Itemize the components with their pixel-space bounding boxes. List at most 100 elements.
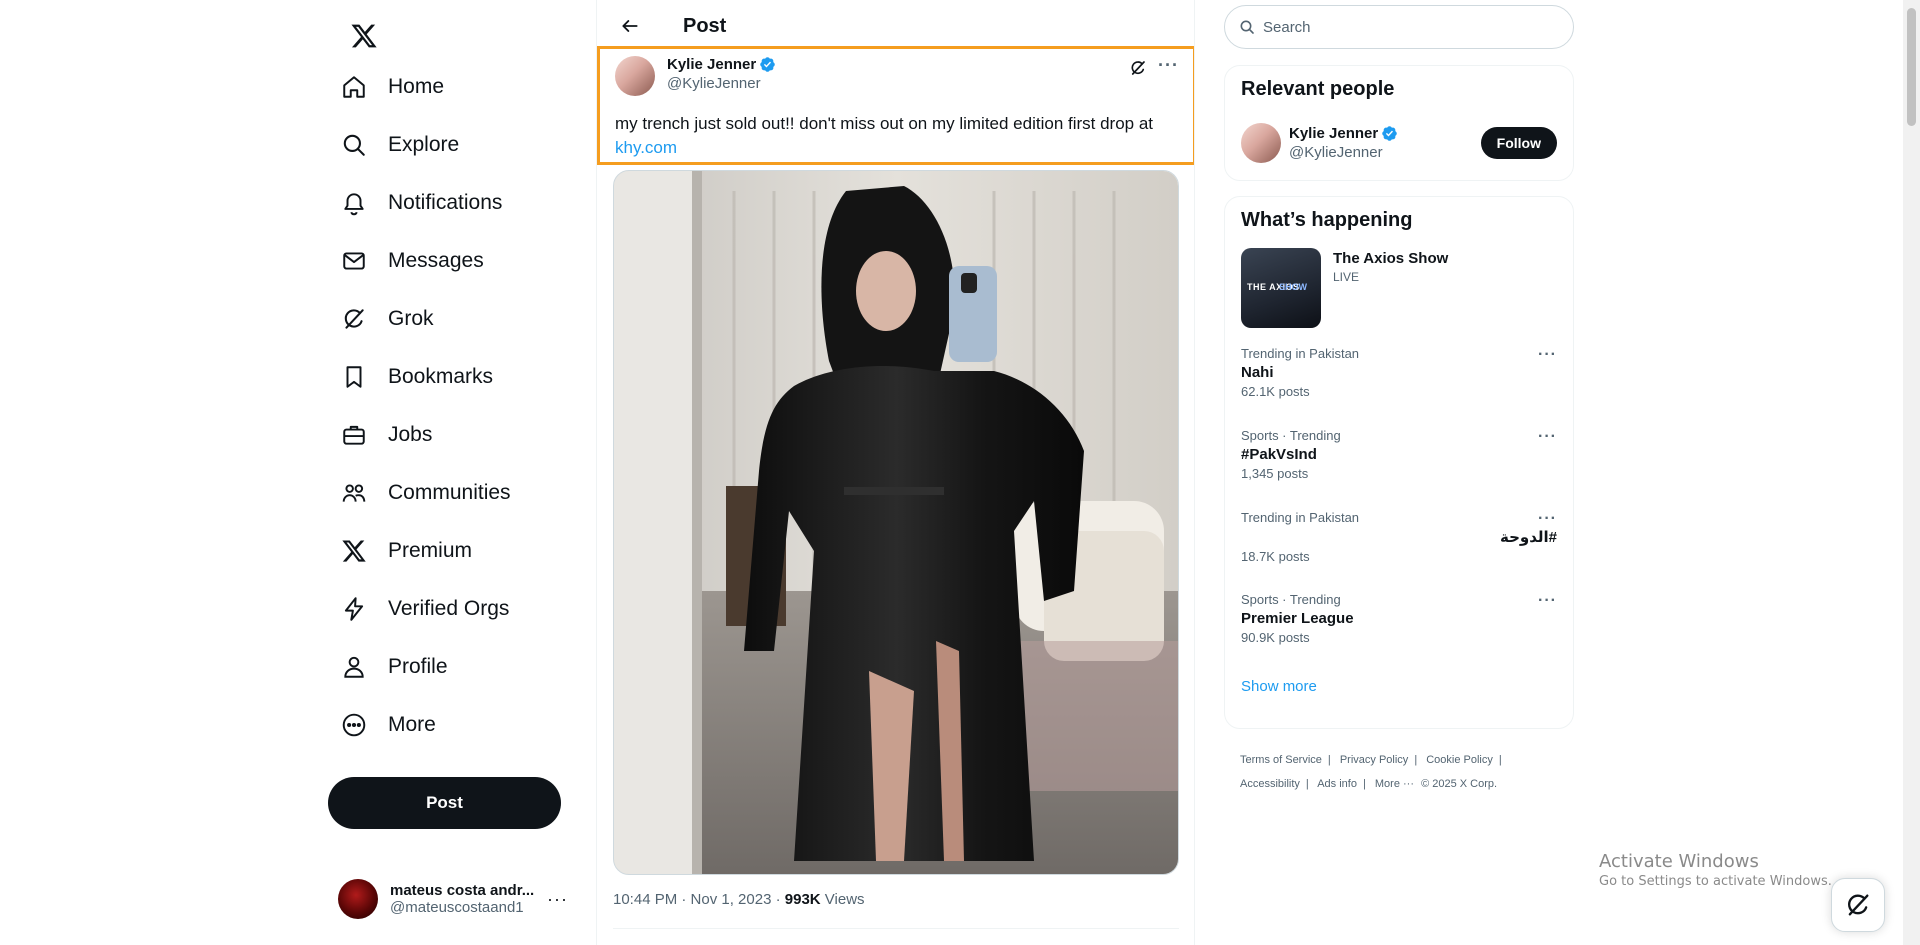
- footer-link[interactable]: Terms of Service: [1240, 754, 1322, 766]
- live-thumbnail: THE AXIOS SHOW: [1241, 248, 1321, 328]
- nav-item-home[interactable]: Home: [328, 58, 523, 116]
- trend-item[interactable]: Trending in Pakistan Nahi 62.1K posts ··…: [1225, 340, 1573, 422]
- page-title: Post: [683, 14, 727, 37]
- nav-item-communities[interactable]: Communities: [328, 464, 523, 522]
- live-badge: LIVE: [1333, 270, 1360, 284]
- nav-item-explore[interactable]: Explore: [328, 116, 523, 174]
- activate-windows-watermark: Activate Windows Go to Settings to activ…: [1599, 851, 1832, 889]
- post-timestamp[interactable]: 10:44 PM · Nov 1, 2023 ·: [613, 891, 785, 908]
- account-info: mateus costa andr... @mateuscostaand1: [390, 882, 540, 916]
- post-meta: 10:44 PM · Nov 1, 2023 · 993K Views: [613, 891, 865, 908]
- trend-item[interactable]: Sports · Trending Premier League 90.9K p…: [1225, 586, 1573, 668]
- more-horizontal-icon[interactable]: ···: [547, 889, 568, 910]
- relevant-person[interactable]: Kylie Jenner @KylieJenner Follow: [1225, 113, 1573, 169]
- search-icon: [340, 131, 368, 159]
- author-name[interactable]: Kylie Jenner: [667, 56, 756, 73]
- post-text: my trench just sold out!! don't miss out…: [615, 112, 1185, 160]
- nav-item-verified-orgs[interactable]: Verified Orgs: [328, 580, 523, 638]
- nav-label-explore: Explore: [388, 133, 460, 156]
- nav-label-home: Home: [388, 75, 445, 98]
- follow-button[interactable]: Follow: [1480, 127, 1557, 159]
- page-header: Post: [597, 0, 1194, 52]
- relevant-people-title: Relevant people: [1241, 78, 1395, 100]
- footer-link[interactable]: Accessibility: [1240, 778, 1300, 790]
- post-header-highlight: Kylie Jenner @KylieJenner ··· my trench …: [597, 46, 1194, 165]
- footer-link[interactable]: Privacy Policy: [1340, 754, 1408, 766]
- footer-link[interactable]: More ···: [1375, 778, 1414, 790]
- nav-item-messages[interactable]: Messages: [328, 232, 523, 290]
- more-horizontal-icon[interactable]: ···: [1158, 55, 1179, 76]
- search-input[interactable]: [1263, 18, 1553, 36]
- whats-happening-card: What’s happening THE AXIOS SHOW The Axio…: [1224, 196, 1574, 729]
- grok-floating-button[interactable]: [1831, 878, 1885, 932]
- divider: [613, 928, 1179, 929]
- envelope-icon: [340, 247, 368, 275]
- nav-item-bookmarks[interactable]: Bookmarks: [328, 348, 523, 406]
- grok-icon[interactable]: [1127, 57, 1149, 79]
- trend-context: Trending in Pakistan: [1241, 510, 1360, 525]
- watermark-title: Activate Windows: [1599, 851, 1759, 872]
- views-count: 993K: [784, 891, 821, 908]
- nav-label-jobs: Jobs: [388, 423, 433, 446]
- search-bar[interactable]: [1224, 5, 1574, 49]
- nav-label-premium: Premium: [388, 539, 473, 562]
- nav-item-premium[interactable]: Premium: [328, 522, 523, 580]
- post-button[interactable]: Post: [328, 777, 561, 829]
- nav-item-profile[interactable]: Profile: [328, 638, 523, 696]
- trend-name: #PakVsInd: [1241, 446, 1317, 463]
- account-switcher[interactable]: mateus costa andr... @mateuscostaand1 ··…: [328, 873, 578, 925]
- footer-link[interactable]: Ads info: [1317, 778, 1357, 790]
- post-link[interactable]: khy.com: [615, 138, 677, 157]
- grok-icon: [1848, 894, 1869, 916]
- nav-item-jobs[interactable]: Jobs: [328, 406, 523, 464]
- trend-context: Sports · Trending: [1241, 428, 1341, 443]
- grok-icon: [340, 305, 368, 333]
- lightning-icon: [340, 595, 368, 623]
- scrollbar-thumb[interactable]: [1907, 8, 1916, 126]
- thumb-text: SHOW: [1279, 282, 1307, 292]
- nav-label-bookmarks: Bookmarks: [388, 365, 494, 388]
- footer-link[interactable]: Cookie Policy: [1426, 754, 1493, 766]
- x-logo-icon[interactable]: [338, 10, 390, 62]
- watermark-subtitle: Go to Settings to activate Windows.: [1599, 874, 1832, 889]
- left-navigation: Home Explore Notifications Messages Grok: [328, 0, 596, 945]
- nav-label-notifications: Notifications: [388, 191, 503, 214]
- avatar[interactable]: [1241, 123, 1281, 163]
- trend-name: Premier League: [1241, 610, 1354, 627]
- bookmark-icon: [340, 363, 368, 391]
- copyright: © 2025 X Corp.: [1421, 778, 1498, 790]
- avatar: [338, 879, 378, 919]
- nav-item-grok[interactable]: Grok: [328, 290, 523, 348]
- post-photo[interactable]: [613, 170, 1179, 875]
- trend-item[interactable]: Sports · Trending #PakVsInd 1,345 posts …: [1225, 422, 1573, 504]
- nav-item-more[interactable]: More: [328, 696, 523, 754]
- more-circle-icon: [340, 711, 368, 739]
- back-arrow-icon[interactable]: [613, 9, 647, 43]
- trend-context: Trending in Pakistan: [1241, 346, 1360, 361]
- trend-count: 18.7K posts: [1241, 549, 1310, 564]
- search-icon: [1240, 20, 1254, 34]
- person-name[interactable]: Kylie Jenner: [1289, 125, 1378, 142]
- nav-label-messages: Messages: [388, 249, 484, 272]
- nav-label-grok: Grok: [388, 307, 434, 330]
- nav-label-profile: Profile: [388, 655, 448, 678]
- avatar[interactable]: [615, 56, 655, 96]
- verified-badge-icon: [1382, 126, 1397, 141]
- account-handle: @mateuscostaand1: [390, 899, 524, 916]
- show-more-link[interactable]: Show more: [1225, 668, 1573, 711]
- relevant-people-card: Relevant people Kylie Jenner @KylieJenne…: [1224, 65, 1574, 181]
- home-icon: [340, 73, 368, 101]
- right-sidebar: Relevant people Kylie Jenner @KylieJenne…: [1224, 0, 1574, 945]
- more-horizontal-icon[interactable]: ···: [1538, 510, 1557, 528]
- more-horizontal-icon[interactable]: ···: [1538, 592, 1557, 610]
- author-handle[interactable]: @KylieJenner: [667, 75, 776, 92]
- more-horizontal-icon[interactable]: ···: [1538, 428, 1557, 446]
- nav-item-notifications[interactable]: Notifications: [328, 174, 523, 232]
- scrollbar[interactable]: [1903, 0, 1920, 945]
- more-horizontal-icon[interactable]: ···: [1538, 346, 1557, 364]
- trend-item[interactable]: Trending in Pakistan #الدوحة 18.7K posts…: [1225, 504, 1573, 586]
- trend-count: 90.9K posts: [1241, 630, 1310, 645]
- nav-label-verified-orgs: Verified Orgs: [388, 597, 510, 620]
- trend-count: 1,345 posts: [1241, 466, 1309, 481]
- live-event[interactable]: THE AXIOS SHOW The Axios Show LIVE: [1225, 244, 1573, 340]
